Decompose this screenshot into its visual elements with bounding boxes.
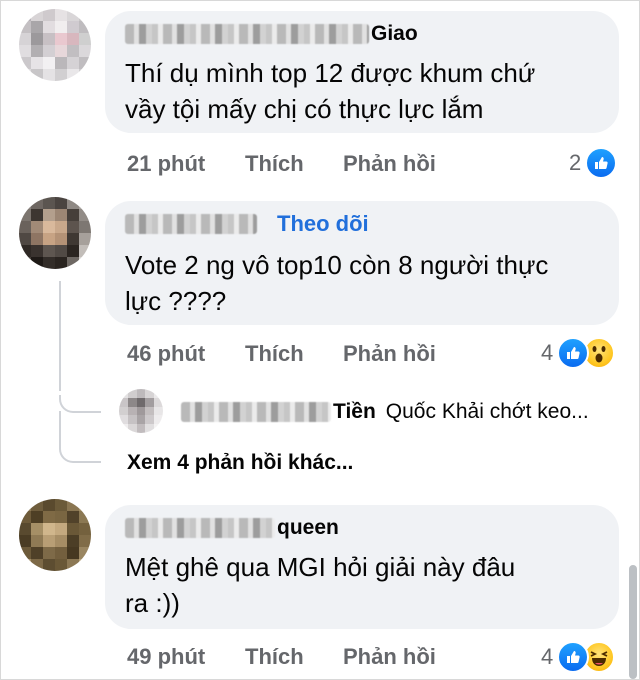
- like-button[interactable]: Thích: [245, 644, 343, 670]
- comment-author[interactable]: queen: [125, 515, 339, 541]
- thread-connector: [59, 411, 61, 447]
- comment-actions: 49 phút Thích Phản hồi: [127, 642, 436, 672]
- like-icon: [557, 641, 590, 673]
- comment-author[interactable]: Giao: [125, 21, 418, 47]
- author-name-suffix: Giao: [371, 22, 418, 45]
- blurred-author-name: [125, 518, 275, 538]
- reaction-count: 4: [541, 644, 554, 669]
- follow-button[interactable]: Theo dõi: [277, 211, 369, 237]
- thread-connector: [59, 395, 101, 413]
- like-icon: [585, 147, 618, 179]
- comment-author[interactable]: Theo dõi: [125, 211, 369, 237]
- reaction-count: 2: [569, 150, 582, 175]
- comment-text: Thí dụ mình top 12 được khum chứ vầy tội…: [125, 58, 536, 124]
- thread-connector: [59, 445, 101, 463]
- comment-section: Giao Thí dụ mình top 12 được khum chứ vầ…: [0, 0, 640, 680]
- blurred-author-name: [125, 214, 257, 234]
- reply-preview-text: Quốc Khải chớt keo...: [385, 400, 589, 423]
- avatar[interactable]: [19, 499, 91, 571]
- comment-bubble: queen Mệt ghê qua MGI hỏi giải này đâu r…: [105, 505, 619, 629]
- reply-preview[interactable]: Tiền Quốc Khải chớt keo...: [181, 397, 589, 427]
- comment-actions: 46 phút Thích Phản hồi: [127, 339, 436, 369]
- comment-actions: 21 phút Thích Phản hồi: [127, 149, 436, 179]
- reply-button[interactable]: Phản hồi: [343, 151, 436, 177]
- scrollbar[interactable]: [629, 565, 637, 679]
- blurred-author-name: [181, 402, 331, 422]
- reaction-summary[interactable]: 2: [569, 147, 618, 179]
- comment-text: Vote 2 ng vô top10 còn 8 người thực lực …: [125, 250, 549, 316]
- comment-timestamp[interactable]: 46 phút: [127, 341, 245, 367]
- reaction-count: 4: [541, 340, 554, 365]
- blurred-author-name: [125, 24, 369, 44]
- like-button[interactable]: Thích: [245, 151, 343, 177]
- comment-timestamp[interactable]: 49 phút: [127, 644, 245, 670]
- like-icon: [557, 337, 590, 369]
- view-more-replies-link[interactable]: Xem 4 phản hồi khác...: [127, 451, 353, 475]
- comment-bubble: Theo dõi Vote 2 ng vô top10 còn 8 người …: [105, 201, 619, 325]
- comment-bubble: Giao Thí dụ mình top 12 được khum chứ vầ…: [105, 11, 619, 133]
- comment-text: Mệt ghê qua MGI hỏi giải này đâu ra :)): [125, 552, 516, 618]
- avatar[interactable]: [19, 9, 91, 81]
- like-button[interactable]: Thích: [245, 341, 343, 367]
- reply-button[interactable]: Phản hồi: [343, 341, 436, 367]
- reaction-summary[interactable]: 4: [541, 641, 616, 673]
- comment-timestamp[interactable]: 21 phút: [127, 151, 245, 177]
- author-name-suffix: queen: [277, 516, 339, 539]
- reply-author-suffix: Tiền: [333, 400, 376, 423]
- thread-connector: [59, 281, 61, 391]
- avatar[interactable]: [119, 389, 163, 433]
- reply-button[interactable]: Phản hồi: [343, 644, 436, 670]
- avatar[interactable]: [19, 197, 91, 269]
- reaction-summary[interactable]: 4: [541, 337, 616, 369]
